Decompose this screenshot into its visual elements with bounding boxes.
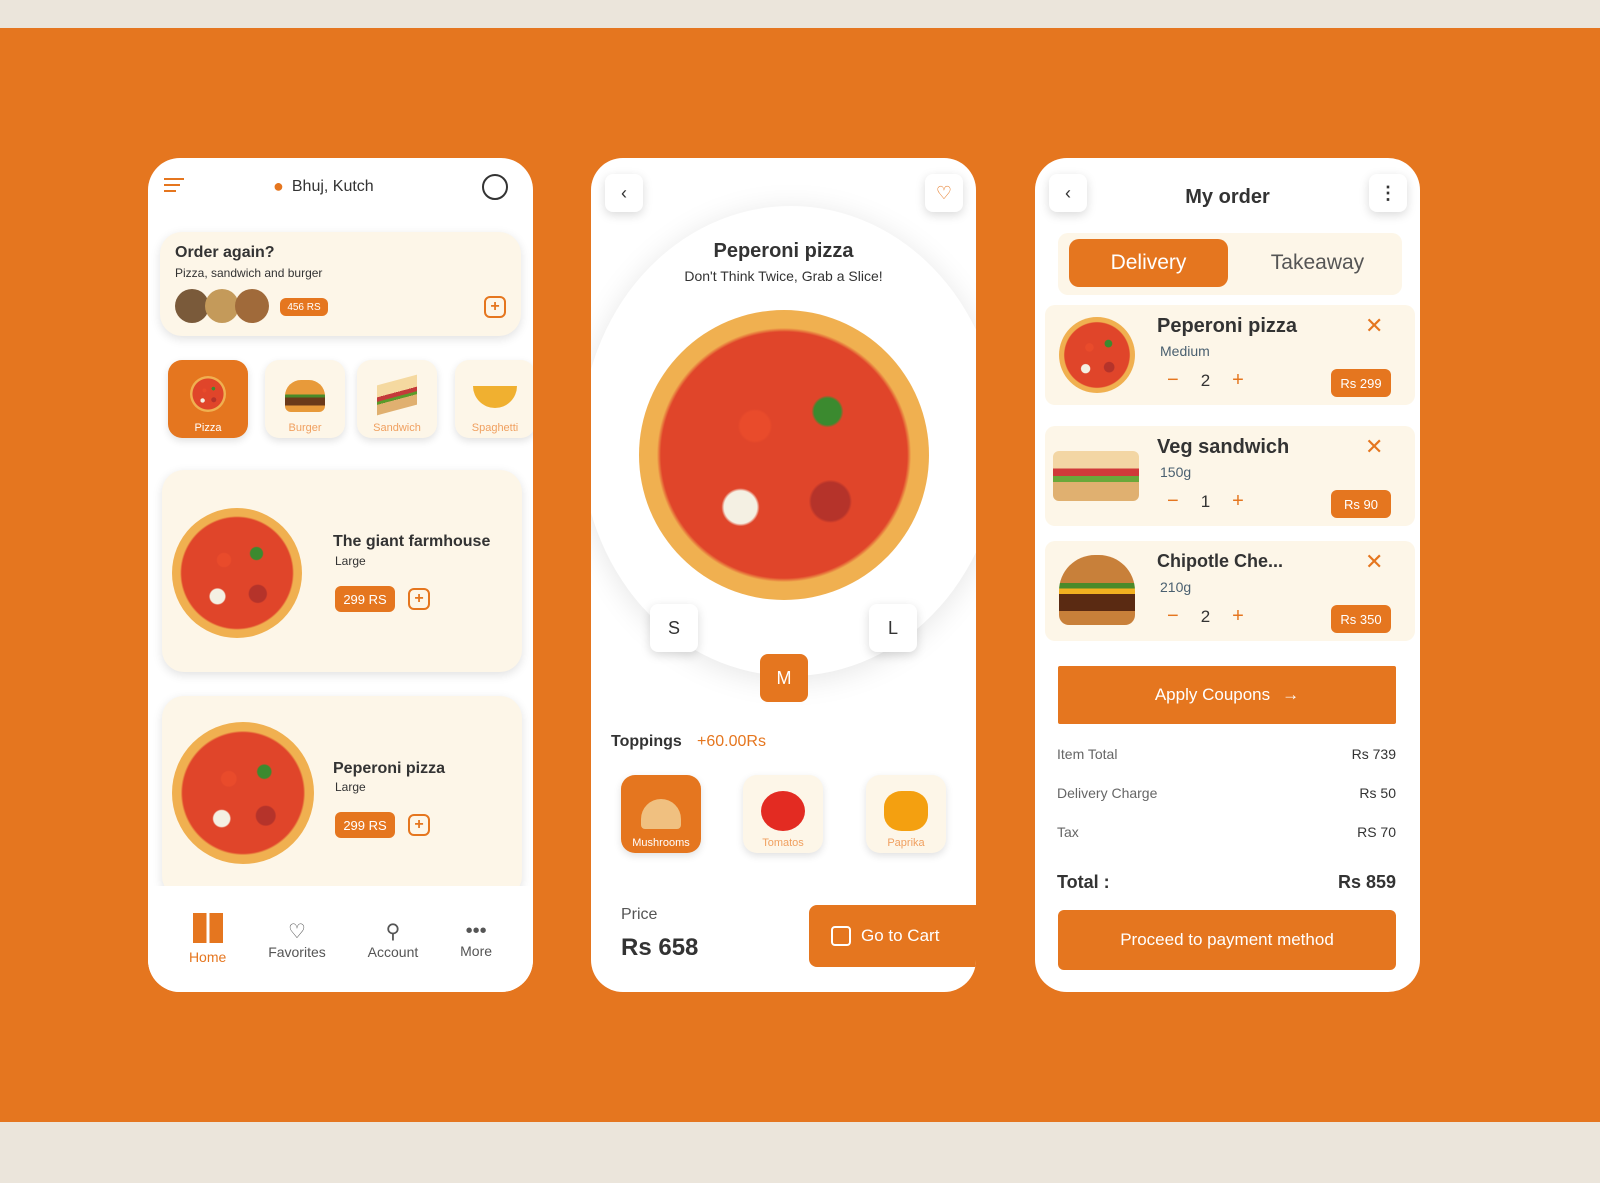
nav-favorites[interactable]: ♡ Favorites xyxy=(268,919,326,960)
order-again-card[interactable]: Order again? Pizza, sandwich and burger … xyxy=(160,232,521,336)
item-image xyxy=(1059,555,1135,625)
item-name: Peperoni pizza xyxy=(1157,315,1298,337)
food-name: The giant farmhouse xyxy=(333,533,491,550)
nav-account[interactable]: ⚲ Account xyxy=(368,919,419,960)
item-image xyxy=(1059,317,1135,393)
total-label: Total : xyxy=(1057,872,1110,892)
favorite-heart-icon[interactable]: ♡ xyxy=(925,174,963,212)
food-price: 299 RS xyxy=(335,812,395,838)
order-again-title: Order again? xyxy=(175,244,275,261)
category-sandwich[interactable]: Sandwich xyxy=(357,360,437,438)
tax-label: Tax xyxy=(1057,824,1079,840)
my-order-screen: ‹ My order ⋮ Delivery Takeaway Peperoni … xyxy=(1035,158,1420,992)
item-price: Rs 350 xyxy=(1331,605,1391,633)
order-again-subtitle: Pizza, sandwich and burger xyxy=(175,266,323,280)
add-order-again-button[interactable]: + xyxy=(484,296,506,318)
total-value: Rs 859 xyxy=(1337,872,1396,892)
item-variant: 150g xyxy=(1160,464,1192,480)
delivery-charge-label: Delivery Charge xyxy=(1057,785,1158,801)
proceed-to-payment-button[interactable]: Proceed to payment method xyxy=(1058,910,1396,970)
search-icon[interactable] xyxy=(482,174,508,200)
heart-icon: ♡ xyxy=(288,920,306,943)
menu-icon[interactable] xyxy=(164,178,184,192)
quantity-stepper[interactable]: −2 + xyxy=(1167,605,1244,628)
food-size: Large xyxy=(335,554,366,568)
cart-item: Peperoni pizza Medium ✕ −2 + Rs 299 xyxy=(1045,305,1415,405)
topping-tomatos[interactable]: Tomatos xyxy=(743,775,823,853)
food-price: 299 RS xyxy=(335,586,395,612)
quantity-stepper[interactable]: −1 + xyxy=(1167,490,1244,513)
price-value: Rs 658 xyxy=(621,934,699,961)
size-s-button[interactable]: S xyxy=(650,604,698,652)
category-spaghetti[interactable]: Spaghetti xyxy=(455,360,533,438)
category-pizza[interactable]: Pizza xyxy=(168,360,248,438)
cart-item: Veg sandwich 150g ✕ −1 + Rs 90 xyxy=(1045,426,1415,526)
size-l-button[interactable]: L xyxy=(869,604,917,652)
food-card[interactable]: The giant farmhouse Large 299 RS + xyxy=(162,470,522,672)
topping-paprika[interactable]: Paprika xyxy=(866,775,946,853)
topping-mushrooms[interactable]: Mushrooms xyxy=(621,775,701,853)
pizza-image xyxy=(639,310,929,600)
product-title: Peperoni pizza xyxy=(713,240,854,262)
remove-item-icon[interactable]: ✕ xyxy=(1365,313,1383,339)
delivery-charge-value: Rs 50 xyxy=(1359,785,1396,801)
more-icon: ••• xyxy=(465,919,487,942)
location[interactable]: ● Bhuj, Kutch xyxy=(273,176,374,197)
location-pin-icon: ● xyxy=(273,176,284,196)
food-size: Large xyxy=(335,780,366,794)
add-to-cart-button[interactable]: + xyxy=(408,814,430,836)
add-to-cart-button[interactable]: + xyxy=(408,588,430,610)
pizza-detail-screen: ‹ ♡ Peperoni pizza Don't Think Twice, Gr… xyxy=(591,158,976,992)
page-title: My order xyxy=(1185,186,1270,208)
food-name: Peperoni pizza xyxy=(333,760,446,777)
item-total-label: Item Total xyxy=(1057,746,1118,762)
nav-home[interactable]: Home xyxy=(189,913,226,965)
go-to-cart-button[interactable]: Go to Cart xyxy=(809,905,976,967)
price-label: Price xyxy=(621,906,658,923)
location-label: Bhuj, Kutch xyxy=(291,177,374,195)
order-type-tabs: Delivery Takeaway xyxy=(1058,233,1402,295)
food-image xyxy=(172,508,302,638)
toppings-price: +60.00Rs xyxy=(697,733,766,750)
item-name: Chipotle Che... xyxy=(1157,551,1283,571)
size-m-button[interactable]: M xyxy=(760,654,808,702)
item-price: Rs 90 xyxy=(1331,490,1391,518)
more-vertical-icon[interactable]: ⋮ xyxy=(1369,174,1407,212)
order-thumbnails xyxy=(175,289,269,323)
tax-value: RS 70 xyxy=(1357,824,1396,840)
arrow-right-icon: → xyxy=(1282,685,1300,704)
item-name: Veg sandwich xyxy=(1157,436,1290,458)
bottom-nav: Home ♡ Favorites ⚲ Account ••• More xyxy=(148,886,533,992)
item-variant: 210g xyxy=(1160,579,1192,595)
food-card[interactable]: Peperoni pizza Large 299 RS + xyxy=(162,696,522,898)
back-button[interactable]: ‹ xyxy=(605,174,643,212)
nav-more[interactable]: ••• More xyxy=(460,920,492,959)
apply-coupons-button[interactable]: Apply Coupons → xyxy=(1058,666,1396,724)
product-tagline: Don't Think Twice, Grab a Slice! xyxy=(684,268,883,284)
item-total-value: Rs 739 xyxy=(1351,746,1396,762)
item-variant: Medium xyxy=(1160,343,1210,359)
category-burger[interactable]: Burger xyxy=(265,360,345,438)
tab-takeaway[interactable]: Takeaway xyxy=(1238,239,1397,287)
home-screen: ● Bhuj, Kutch Order again? Pizza, sandwi… xyxy=(148,158,533,992)
cart-bag-icon xyxy=(831,926,851,946)
quantity-stepper[interactable]: −2 + xyxy=(1167,369,1244,392)
home-icon xyxy=(192,913,223,943)
food-image xyxy=(172,722,314,864)
item-price: Rs 299 xyxy=(1331,369,1391,397)
remove-item-icon[interactable]: ✕ xyxy=(1365,434,1383,460)
toppings-label: Toppings xyxy=(611,733,682,750)
order-again-price: 456 RS xyxy=(280,298,328,316)
item-image xyxy=(1053,451,1139,501)
remove-item-icon[interactable]: ✕ xyxy=(1365,549,1383,575)
cart-item: Chipotle Che... 210g ✕ −2 + Rs 350 xyxy=(1045,541,1415,641)
user-icon: ⚲ xyxy=(385,920,401,943)
tab-delivery[interactable]: Delivery xyxy=(1069,239,1228,287)
